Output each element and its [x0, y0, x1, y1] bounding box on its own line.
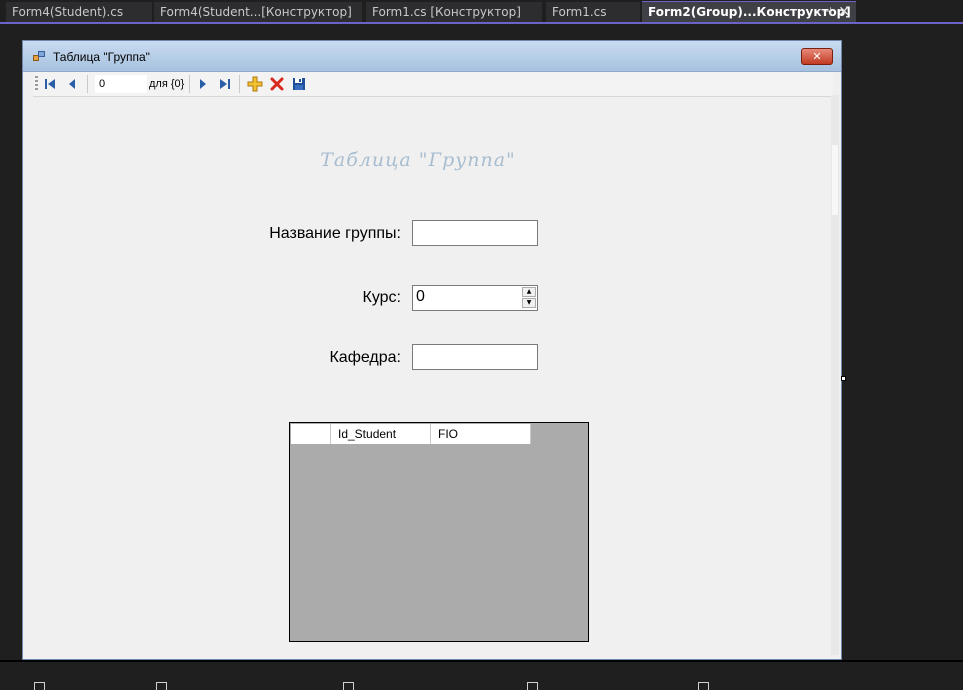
toolbar-separator [87, 75, 88, 93]
panel-icon[interactable] [343, 682, 354, 690]
tab-label: Form1.cs [552, 5, 607, 19]
spin-up-icon[interactable]: ▲ [522, 287, 536, 297]
form-close-button[interactable]: ✕ [801, 48, 833, 65]
add-new-icon[interactable] [247, 76, 263, 92]
department-label: Кафедра: [329, 349, 401, 366]
form-resize-handle[interactable] [841, 376, 846, 381]
department-value [413, 347, 416, 364]
tab-label: Form1.cs [Конструктор] [372, 5, 521, 19]
panel-icon[interactable] [527, 682, 538, 690]
panel-icon[interactable] [698, 682, 709, 690]
tab-label: Form4(Student).cs [12, 5, 124, 19]
column-header-fio[interactable]: FIO [431, 424, 531, 444]
scrollbar-thumb[interactable] [832, 145, 838, 215]
move-first-icon[interactable] [42, 76, 58, 92]
tab-label: Form2(Group)...Конструктор] [648, 5, 851, 19]
bottom-tool-panel [0, 660, 963, 690]
form-vertical-scrollbar[interactable] [831, 95, 839, 655]
tab-label: Form4(Student...[Конструктор] [160, 5, 352, 19]
document-tab-strip: Form4(Student).cs Form4(Student...[Конст… [0, 0, 963, 24]
navigator-count-label: для {0} [149, 78, 185, 90]
course-spinner: ▲ ▼ [522, 287, 536, 309]
spin-down-icon[interactable]: ▼ [522, 298, 536, 308]
close-tab-icon[interactable]: ✕ [838, 2, 850, 22]
form-heading: Таблица "Группа" [320, 149, 516, 171]
move-next-icon[interactable] [195, 76, 211, 92]
group-name-input[interactable] [412, 220, 538, 246]
tab-form2-group-designer[interactable]: Form2(Group)...Конструктор] ⊣ ✕ [642, 1, 856, 22]
column-header-id-student[interactable]: Id_Student [331, 424, 431, 444]
move-last-icon[interactable] [217, 76, 233, 92]
group-name-label: Название группы: [269, 225, 401, 242]
toolbar-separator [239, 75, 240, 93]
toolbar-grip[interactable] [35, 76, 38, 92]
panel-icon[interactable] [34, 682, 45, 690]
department-input[interactable] [412, 344, 538, 370]
save-icon[interactable] [291, 76, 307, 92]
navigator-position-input[interactable] [95, 75, 147, 93]
row-header-corner[interactable] [291, 424, 331, 444]
form-icon [33, 51, 45, 62]
move-previous-icon[interactable] [64, 76, 80, 92]
course-label: Курс: [362, 289, 401, 306]
toolbar-separator [189, 75, 190, 93]
students-data-grid[interactable]: Id_Student FIO [289, 422, 589, 642]
form-designer-window[interactable]: Таблица "Группа" ✕ для {0} [22, 40, 842, 660]
tab-form1-designer[interactable]: Form1.cs [Конструктор] [366, 2, 542, 22]
course-value: 0 [416, 288, 425, 305]
binding-navigator-toolbar: для {0} [33, 72, 833, 97]
group-name-value [413, 223, 416, 240]
panel-icon[interactable] [156, 682, 167, 690]
form-title-bar[interactable]: Таблица "Группа" ✕ [23, 41, 841, 72]
pin-tab-icon[interactable]: ⊣ [822, 2, 832, 22]
delete-icon[interactable] [269, 76, 285, 92]
form-title: Таблица "Группа" [53, 50, 150, 64]
tab-form4-student-designer[interactable]: Form4(Student...[Конструктор] [154, 2, 362, 22]
tab-form1-cs[interactable]: Form1.cs [546, 2, 640, 22]
tab-form4-student-cs[interactable]: Form4(Student).cs [6, 2, 152, 22]
course-numeric-updown[interactable]: 0 ▲ ▼ [412, 285, 538, 311]
